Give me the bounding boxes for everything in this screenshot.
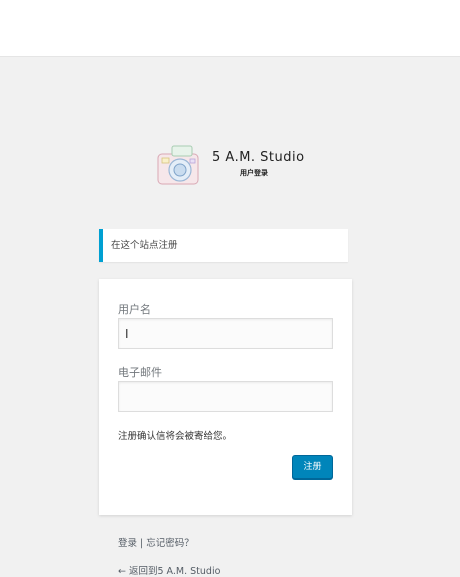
logo-subtitle: 用户登录 <box>240 169 268 177</box>
confirmation-note: 注册确认信将会被寄给您。 <box>118 431 233 442</box>
camera-icon <box>157 145 199 185</box>
register-form: 用户名 I 电子邮件 注册确认信将会被寄给您。 注册 <box>99 279 352 515</box>
email-input[interactable] <box>118 381 333 412</box>
register-button[interactable]: 注册 <box>292 455 333 479</box>
text-cursor-icon: I <box>125 327 129 341</box>
register-message: 在这个站点注册 <box>99 229 348 262</box>
nav-links: 登录 | 忘记密码？ <box>118 535 194 549</box>
login-link[interactable]: 登录 <box>118 538 137 549</box>
lost-password-link[interactable]: 忘记密码？ <box>146 538 194 549</box>
site-logo[interactable]: 5 A.M. Studio 用户登录 <box>154 142 314 192</box>
logo-title: 5 A.M. Studio <box>212 150 305 165</box>
nav-separator: | <box>137 538 147 549</box>
username-label: 用户名 <box>118 303 151 316</box>
email-label: 电子邮件 <box>118 366 162 379</box>
username-input[interactable]: I <box>118 318 333 349</box>
top-bar <box>0 0 460 57</box>
